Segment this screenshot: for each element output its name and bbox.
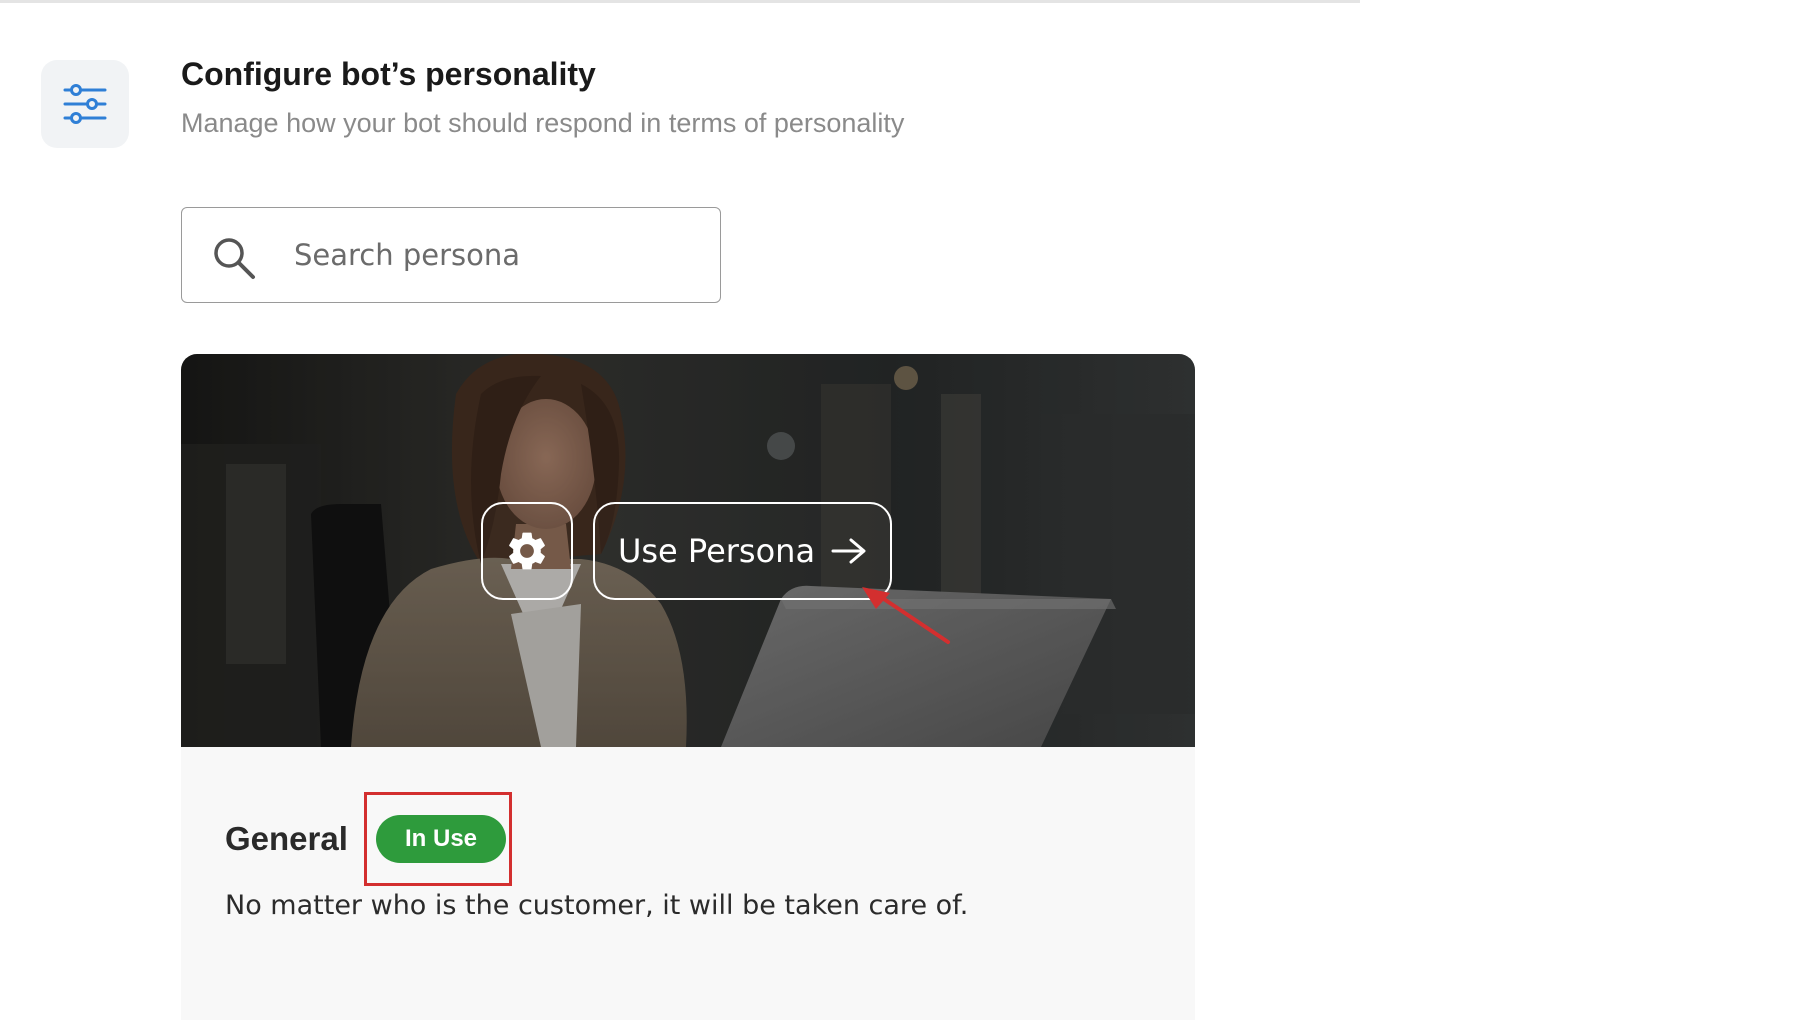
search-icon (214, 238, 255, 279)
page-subtitle: Manage how your bot should respond in te… (181, 108, 905, 138)
search-input[interactable] (294, 228, 694, 282)
arrow-right-icon (831, 538, 866, 564)
search-box[interactable] (181, 207, 721, 303)
persona-card[interactable]: Use Persona General In Use No matter who… (181, 354, 1195, 1020)
top-divider (0, 0, 1360, 3)
persona-name: General (225, 820, 348, 857)
use-persona-button[interactable]: Use Persona (593, 502, 892, 600)
persona-description: No matter who is the customer, it will b… (225, 890, 969, 921)
card-actions: Use Persona (481, 502, 892, 600)
annotation-highlight-box (364, 792, 512, 886)
page-title: Configure bot’s personality (181, 56, 596, 92)
persona-config-page: Configure bot’s personality Manage how y… (0, 0, 1806, 1020)
gear-icon (509, 532, 545, 570)
persona-settings-button[interactable] (481, 502, 573, 600)
use-persona-label: Use Persona (617, 532, 816, 570)
sliders-icon (41, 60, 129, 148)
